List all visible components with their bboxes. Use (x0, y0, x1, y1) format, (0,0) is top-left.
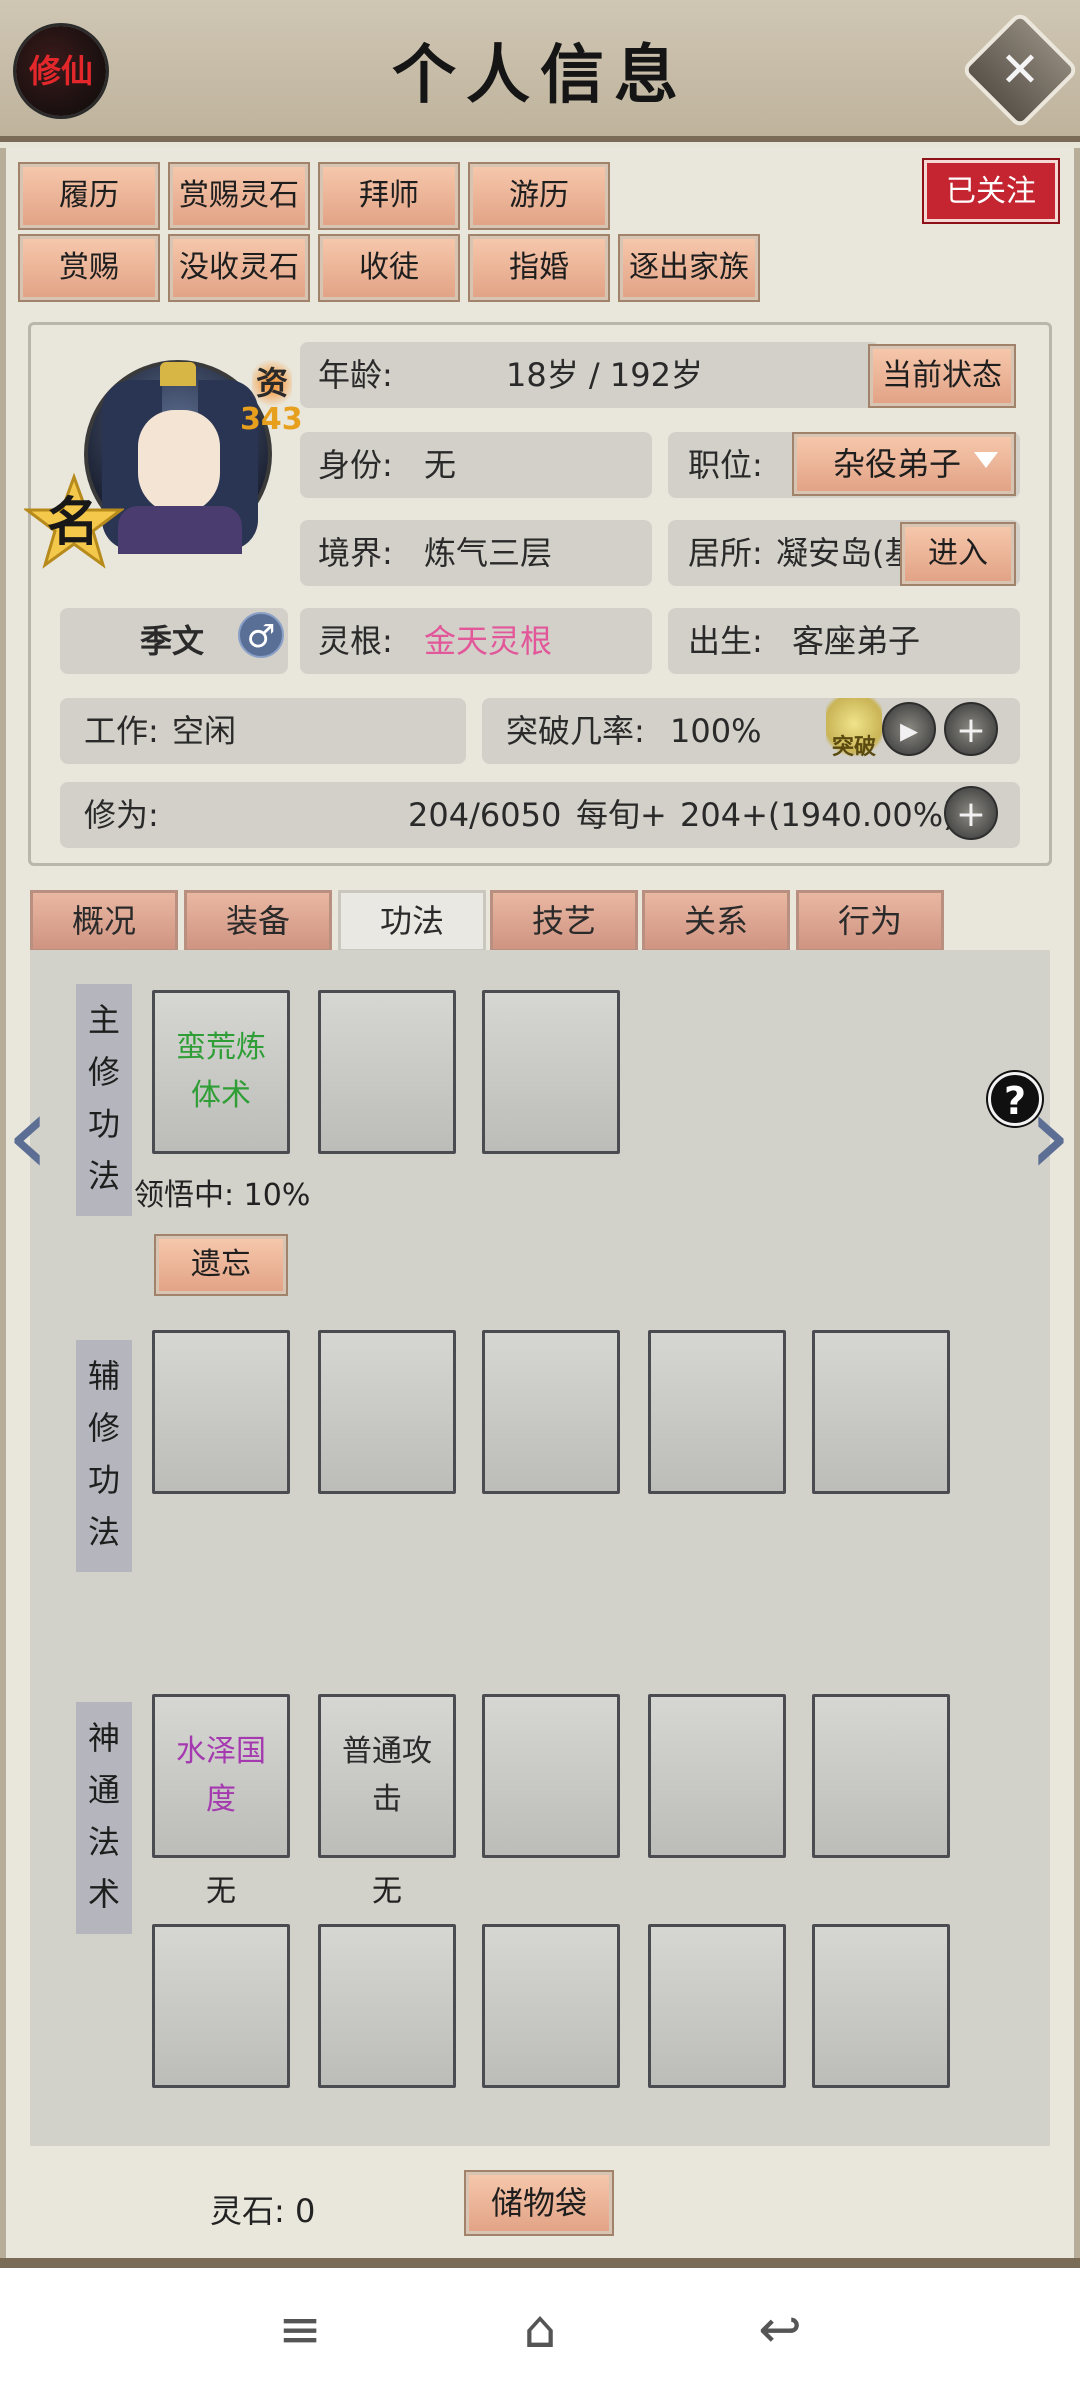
work-field: 工作: 空闲 (60, 698, 466, 764)
reward-button[interactable]: 赏赐 (18, 234, 160, 302)
spirit-stone-count: 灵石: 0 (210, 2192, 316, 2230)
followed-badge[interactable]: 已关注 (922, 158, 1060, 224)
divine-art-slot[interactable] (812, 1694, 950, 1858)
realm-label: 境界: (318, 534, 393, 572)
chevron-down-icon[interactable] (974, 452, 998, 468)
forget-button[interactable]: 遗忘 (154, 1234, 288, 1296)
cultivation-label: 修为: (84, 796, 159, 834)
help-icon[interactable]: ? (988, 1072, 1042, 1126)
main-skill-slot[interactable]: 蛮荒炼体术 (152, 990, 290, 1154)
identity-value: 无 (424, 446, 457, 484)
divine-art-status: 无 (206, 1874, 236, 1909)
residence-value: 凝安岛(基 (776, 534, 917, 572)
birth-value: 客座弟子 (792, 622, 921, 660)
divine-art-slot[interactable] (648, 1924, 786, 2088)
back-icon[interactable]: ↩ (740, 2290, 820, 2370)
avatar-crown (160, 362, 196, 386)
main-skill-label: 主修功法 (76, 984, 132, 1216)
seal-logo: 修仙 (16, 26, 106, 116)
realm-value: 炼气三层 (424, 534, 553, 572)
fame-badge: 名 (46, 492, 99, 553)
cultivation-field: 修为: 204/6050 每旬+ 204+(1940.00%) (60, 782, 1020, 848)
main-skill-slot[interactable] (482, 990, 620, 1154)
age-value: 18岁 / 192岁 (506, 356, 703, 394)
comprehension-progress: 领悟中: 10% (134, 1178, 311, 1213)
divine-art-label: 神通法术 (76, 1702, 132, 1934)
expel-button[interactable]: 逐出家族 (618, 234, 760, 302)
identity-label: 身份: (318, 446, 393, 484)
chevron-left-icon[interactable]: ‹ (6, 1080, 50, 1200)
play-icon[interactable]: ▸ (882, 702, 936, 756)
aux-skill-label: 辅修功法 (76, 1340, 132, 1572)
tab-behavior[interactable]: 行为 (796, 890, 944, 952)
tab-skills[interactable]: 功法 (338, 890, 486, 952)
storage-bag-button[interactable]: 储物袋 (464, 2170, 614, 2236)
reward-stone-button[interactable]: 赏赐灵石 (168, 162, 310, 230)
current-status-button[interactable]: 当前状态 (868, 344, 1016, 408)
realm-field: 境界: 炼气三层 (300, 520, 652, 586)
divine-art-slot[interactable] (482, 1924, 620, 2088)
arrange-marriage-button[interactable]: 指婚 (468, 234, 610, 302)
aux-skill-slot[interactable] (812, 1330, 950, 1494)
divine-art-slot[interactable] (482, 1694, 620, 1858)
tab-arts[interactable]: 技艺 (490, 890, 638, 952)
tab-relations[interactable]: 关系 (642, 890, 790, 952)
age-field: 年龄: 18岁 / 192岁 (300, 342, 880, 408)
close-icon[interactable]: ✕ (978, 28, 1062, 112)
name-value: 季文 (140, 622, 205, 660)
divine-art-slot[interactable] (812, 1924, 950, 2088)
main-skill-slot[interactable] (318, 990, 456, 1154)
tab-equipment[interactable]: 装备 (184, 890, 332, 952)
position-label: 职位: (688, 446, 763, 484)
breakthrough-icon[interactable]: 突破 (826, 698, 882, 762)
avatar-robe (118, 506, 242, 554)
page-title: 个人信息 (392, 38, 688, 113)
birth-field: 出生: 客座弟子 (668, 608, 1020, 674)
divine-art-slot[interactable]: 普通攻击 (318, 1694, 456, 1858)
work-value: 空闲 (172, 712, 237, 750)
work-label: 工作: (84, 712, 159, 750)
aux-skill-slot[interactable] (318, 1330, 456, 1494)
spirit-root-label: 灵根: (318, 622, 393, 660)
plus-icon[interactable]: + (944, 702, 998, 756)
aptitude-value: 343 (240, 402, 303, 437)
tab-overview[interactable]: 概况 (30, 890, 178, 952)
enter-button[interactable]: 进入 (900, 522, 1016, 586)
aptitude-label: 资 (252, 358, 292, 408)
male-icon: ♂ (238, 612, 284, 658)
history-button[interactable]: 履历 (18, 162, 160, 230)
avatar-face (138, 410, 220, 514)
aux-skill-slot[interactable] (482, 1330, 620, 1494)
per-turn-value: 204+(1940.00%) (680, 796, 956, 834)
identity-field: 身份: 无 (300, 432, 652, 498)
age-label: 年龄: (318, 356, 393, 394)
spirit-root-field: 灵根: 金天灵根 (300, 608, 652, 674)
divine-art-slot[interactable]: 水泽国度 (152, 1694, 290, 1858)
breakthrough-field: 突破几率: 100% (482, 698, 1020, 764)
travel-button[interactable]: 游历 (468, 162, 610, 230)
take-disciple-button[interactable]: 收徒 (318, 234, 460, 302)
residence-label: 居所: (688, 534, 763, 572)
menu-icon[interactable]: ≡ (260, 2290, 340, 2370)
spirit-root-value: 金天灵根 (424, 622, 553, 660)
apprentice-button[interactable]: 拜师 (318, 162, 460, 230)
divine-art-slot[interactable] (318, 1924, 456, 2088)
bottom-border (0, 2258, 1080, 2268)
plus-icon[interactable]: + (944, 786, 998, 840)
divine-art-slot[interactable] (648, 1694, 786, 1858)
aux-skill-slot[interactable] (648, 1330, 786, 1494)
aux-skill-slot[interactable] (152, 1330, 290, 1494)
birth-label: 出生: (688, 622, 763, 660)
confiscate-stone-button[interactable]: 没收灵石 (168, 234, 310, 302)
divine-art-slot[interactable] (152, 1924, 290, 2088)
breakthrough-label: 突破几率: (506, 712, 645, 750)
home-icon[interactable]: ⌂ (500, 2290, 580, 2370)
per-turn-label: 每旬+ (576, 796, 667, 834)
divine-art-status: 无 (372, 1874, 402, 1909)
cultivation-value: 204/6050 (408, 796, 562, 834)
breakthrough-value: 100% (670, 712, 762, 750)
